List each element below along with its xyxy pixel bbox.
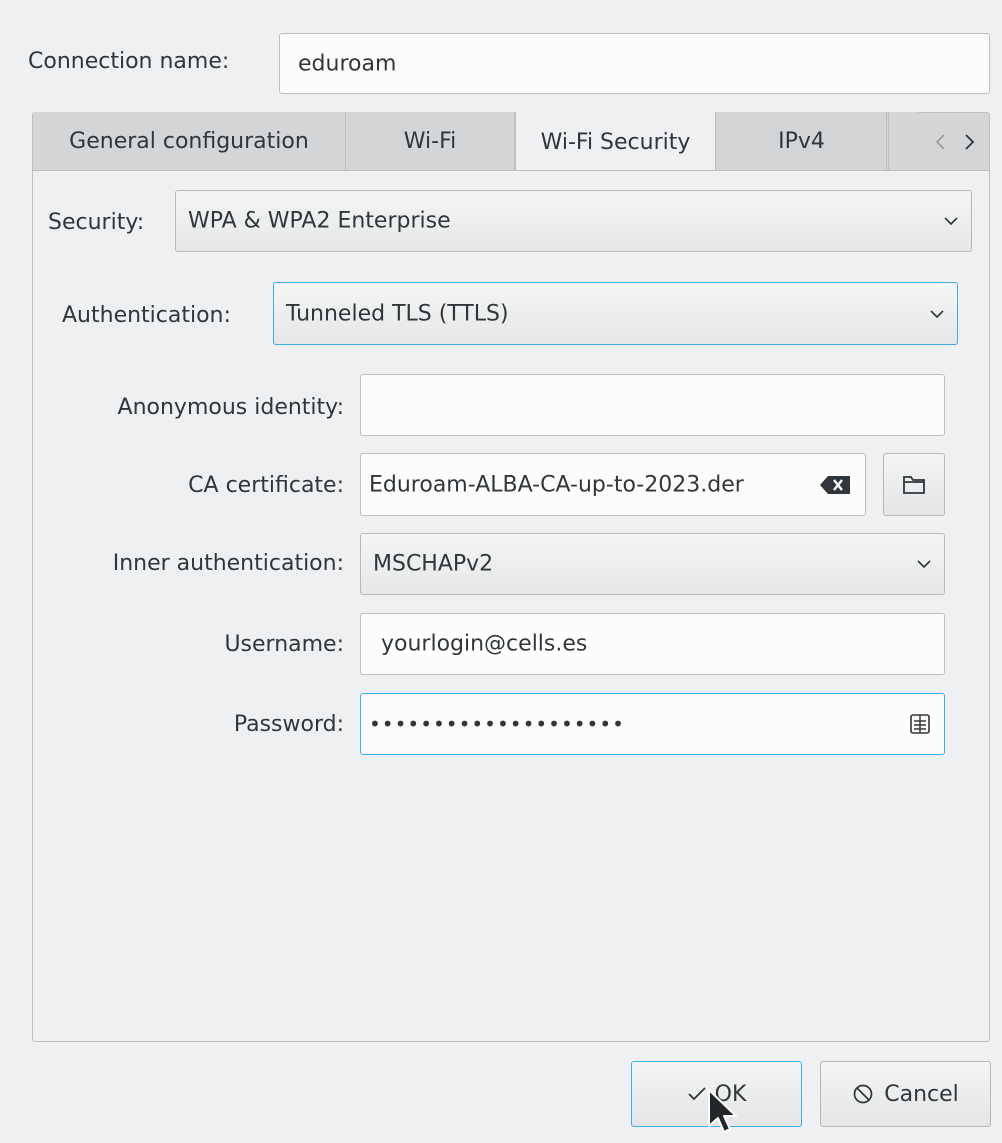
clear-text-button[interactable] — [819, 474, 853, 496]
connection-name-input[interactable]: eduroam — [279, 33, 990, 94]
ca-certificate-input[interactable]: Eduroam-ALBA-CA-up-to-2023.der — [360, 453, 866, 516]
tab-general-configuration[interactable]: General configuration — [33, 112, 346, 170]
folder-icon — [903, 475, 925, 494]
connection-name-value: eduroam — [298, 51, 397, 76]
tab-scroll-left-button[interactable] — [930, 128, 952, 156]
show-password-icon — [910, 714, 930, 734]
tab-label: General configuration — [69, 128, 309, 154]
inner-authentication-dropdown[interactable]: MSCHAPv2 — [360, 533, 945, 595]
mouse-cursor-icon — [708, 1089, 737, 1133]
password-label: Password: — [233, 712, 344, 737]
authentication-dropdown[interactable]: Tunneled TLS (TTLS) — [273, 282, 958, 345]
tab-wifi[interactable]: Wi-Fi — [346, 112, 515, 170]
tab-label: Wi-Fi — [403, 128, 457, 154]
tab-label: Wi-Fi Security — [540, 129, 691, 155]
chevron-down-icon — [944, 217, 958, 226]
chevron-right-icon — [965, 134, 975, 150]
cancel-button[interactable]: Cancel — [820, 1061, 991, 1127]
show-password-button[interactable] — [908, 712, 932, 736]
anonymous-identity-label: Anonymous identity: — [117, 395, 344, 420]
ca-certificate-label: CA certificate: — [188, 473, 344, 498]
chevron-down-icon — [930, 309, 944, 318]
username-input[interactable]: yourlogin@cells.es — [360, 613, 945, 675]
authentication-value: Tunneled TLS (TTLS) — [286, 301, 509, 326]
authentication-label: Authentication: — [62, 303, 231, 328]
clear-text-icon — [820, 476, 850, 494]
chevron-left-icon — [935, 134, 945, 150]
username-value: yourlogin@cells.es — [381, 631, 588, 657]
tab-overflow — [888, 112, 918, 170]
cancel-label: Cancel — [884, 1081, 959, 1107]
browse-certificate-button[interactable] — [883, 453, 945, 516]
tab-wifi-security[interactable]: Wi-Fi Security — [515, 112, 716, 172]
connection-name-label: Connection name: — [28, 49, 230, 74]
chevron-down-icon — [917, 560, 931, 569]
password-value: •••••••••••••••••••• — [369, 712, 625, 736]
tab-scroll-right-button[interactable] — [958, 128, 980, 156]
tab-label: IPv4 — [778, 128, 825, 154]
security-dropdown[interactable]: WPA & WPA2 Enterprise — [175, 190, 972, 252]
username-label: Username: — [224, 632, 344, 657]
anonymous-identity-input[interactable] — [360, 374, 945, 436]
security-value: WPA & WPA2 Enterprise — [188, 208, 451, 234]
inner-authentication-label: Inner authentication: — [112, 551, 344, 576]
ca-certificate-value: Eduroam-ALBA-CA-up-to-2023.der — [369, 472, 744, 497]
password-input[interactable]: •••••••••••••••••••• — [360, 693, 945, 755]
checkmark-icon — [687, 1087, 706, 1101]
inner-authentication-value: MSCHAPv2 — [373, 551, 494, 577]
security-label: Security: — [48, 210, 145, 235]
cancel-icon — [853, 1084, 873, 1104]
tab-ipv4[interactable]: IPv4 — [717, 112, 887, 170]
